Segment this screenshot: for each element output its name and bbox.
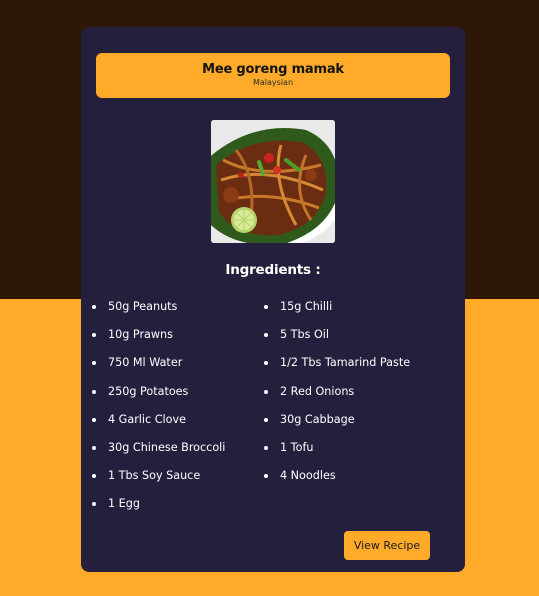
recipe-image bbox=[211, 120, 335, 243]
recipe-header: Mee goreng mamak Malaysian bbox=[96, 53, 450, 98]
ingredients-list-left: 50g Peanuts 10g Prawns 750 Ml Water 250g… bbox=[92, 298, 225, 524]
ingredient-item: 1/2 Tbs Tamarind Paste bbox=[264, 354, 410, 382]
ingredient-item: 50g Peanuts bbox=[92, 298, 225, 326]
ingredient-item: 750 Ml Water bbox=[92, 354, 225, 382]
recipe-card: Mee goreng mamak Malaysian Ingredients:… bbox=[81, 27, 465, 572]
ingredient-item: 30g Cabbage bbox=[264, 411, 410, 439]
ingredient-item: 4 Garlic Clove bbox=[92, 411, 225, 439]
ingredient-item: 5 Tbs Oil bbox=[264, 326, 410, 354]
ingredient-item: 30g Chinese Broccoli bbox=[92, 439, 225, 467]
food-photo-icon bbox=[211, 120, 335, 243]
ingredient-item: 4 Noodles bbox=[264, 467, 410, 495]
ingredient-item: 2 Red Onions bbox=[264, 383, 410, 411]
ingredient-item: 1 Tofu bbox=[264, 439, 410, 467]
ingredient-item: 15g Chilli bbox=[264, 298, 410, 326]
ingredient-item: 250g Potatoes bbox=[92, 383, 225, 411]
recipe-title: Mee goreng mamak bbox=[202, 62, 344, 77]
recipe-cuisine: Malaysian bbox=[252, 78, 294, 87]
ingredients-list-right: 15g Chilli 5 Tbs Oil 1/2 Tbs Tamarind Pa… bbox=[264, 298, 410, 495]
ingredient-item: 10g Prawns bbox=[92, 326, 225, 354]
ingredient-item: 1 Egg bbox=[92, 495, 225, 523]
ingredients-heading: Ingredients : bbox=[225, 262, 321, 278]
view-recipe-button[interactable]: View Recipe bbox=[344, 531, 430, 560]
ingredient-item: 1 Tbs Soy Sauce bbox=[92, 467, 225, 495]
